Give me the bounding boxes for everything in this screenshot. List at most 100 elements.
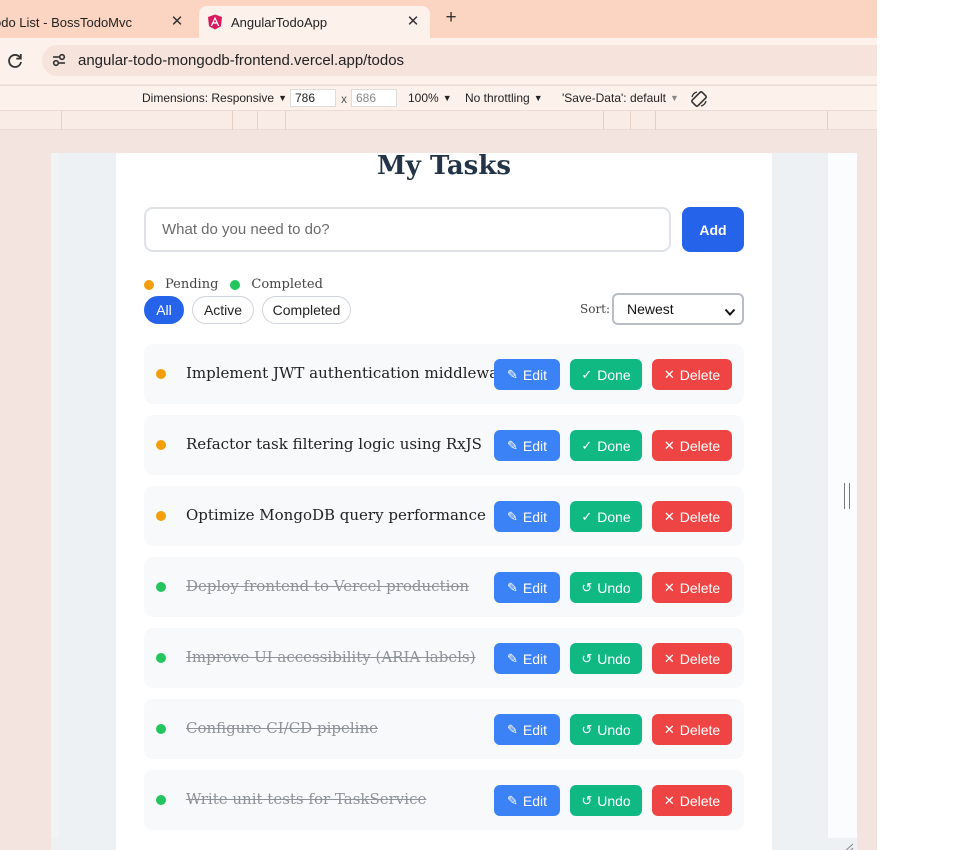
todo-card: My Tasks Add Pending Completed All Activ…	[116, 153, 772, 850]
task-text: Optimize MongoDB query performance	[186, 506, 486, 524]
undo-icon: ↺	[581, 721, 593, 737]
delete-button[interactable]: ✕ Delete	[652, 501, 732, 532]
close-icon[interactable]: ✕	[168, 13, 186, 31]
viewport-gutter	[51, 153, 59, 850]
height-input[interactable]: 686	[351, 89, 397, 107]
delete-button[interactable]: ✕ Delete	[652, 643, 732, 674]
resize-handle-right[interactable]	[844, 483, 850, 509]
completed-dot-icon	[156, 582, 166, 592]
legend-completed: Completed	[230, 277, 323, 292]
scrollbar-track[interactable]	[828, 153, 857, 850]
edit-button[interactable]: ✎ Edit	[494, 714, 560, 745]
tab-title: AngularTodoApp	[231, 14, 328, 30]
new-tab-button[interactable]: +	[441, 8, 461, 28]
dimensions-dropdown[interactable]: Dimensions: Responsive ▼	[142, 91, 287, 105]
task-row: Deploy frontend to Vercel production ✎ Edi…	[144, 557, 744, 617]
done-button-label: Done	[597, 508, 631, 525]
width-input[interactable]: 786	[290, 89, 336, 107]
edit-button[interactable]: ✎ Edit	[494, 359, 560, 390]
tab-title: odo List - BossTodoMvc	[0, 14, 133, 30]
sort-select[interactable]: Newest	[612, 293, 744, 325]
pencil-icon: ✎	[506, 579, 518, 595]
done-button[interactable]: ✓ Done	[570, 430, 642, 461]
edit-button-label: Edit	[522, 721, 548, 738]
caret-down-icon: ▼	[533, 93, 543, 103]
pencil-icon: ✎	[506, 792, 518, 808]
caret-down-icon: ▼	[669, 93, 679, 103]
caret-down-icon: ▼	[278, 93, 287, 103]
site-settings-icon[interactable]	[51, 52, 67, 68]
throttling-dropdown[interactable]: No throttling ▼	[465, 91, 543, 105]
done-button[interactable]: ✓ Done	[570, 359, 642, 390]
delete-button[interactable]: ✕ Delete	[652, 359, 732, 390]
task-row: Implement JWT authentication middleware ✎…	[144, 344, 744, 404]
close-icon: ✕	[663, 508, 675, 524]
zoom-label: 100%	[408, 91, 439, 105]
tab-strip: odo List - BossTodoMvc ✕ AngularTodoApp …	[0, 0, 877, 38]
delete-button[interactable]: ✕ Delete	[652, 430, 732, 461]
undo-button-label: Undo	[597, 650, 631, 667]
chevron-down-icon	[724, 304, 736, 316]
undo-button[interactable]: ↺ Undo	[570, 785, 642, 816]
address-bar[interactable]: angular-todo-mongodb-frontend.vercel.app…	[42, 45, 877, 76]
rotate-icon[interactable]	[689, 89, 709, 109]
save-data-dropdown[interactable]: 'Save-Data': default ▼	[562, 91, 679, 105]
close-icon: ✕	[663, 437, 675, 453]
add-button[interactable]: Add	[682, 207, 744, 252]
close-icon: ✕	[663, 721, 675, 737]
ruler-tick	[603, 111, 604, 130]
new-task-input[interactable]	[144, 207, 671, 252]
edit-button[interactable]: ✎ Edit	[494, 501, 560, 532]
filter-completed-button[interactable]: Completed	[262, 296, 351, 324]
close-icon[interactable]: ✕	[404, 13, 422, 31]
tab-angulartodoapp[interactable]: AngularTodoApp ✕	[199, 6, 430, 38]
filter-all-button[interactable]: All	[144, 296, 184, 324]
delete-button[interactable]: ✕ Delete	[652, 572, 732, 603]
resize-corner-icon[interactable]	[842, 839, 854, 850]
pencil-icon: ✎	[506, 508, 518, 524]
tab-bosstodomvc[interactable]: odo List - BossTodoMvc ✕	[0, 6, 190, 38]
edit-button[interactable]: ✎ Edit	[494, 572, 560, 603]
undo-icon: ↺	[581, 792, 593, 808]
ruler-tick	[257, 111, 258, 130]
undo-button[interactable]: ↺ Undo	[570, 714, 642, 745]
edit-button[interactable]: ✎ Edit	[494, 643, 560, 674]
caret-down-icon: ▼	[442, 93, 452, 103]
pending-dot-icon	[156, 369, 166, 379]
delete-button[interactable]: ✕ Delete	[652, 785, 732, 816]
delete-button-label: Delete	[679, 792, 721, 809]
close-icon: ✕	[663, 579, 675, 595]
undo-button-label: Undo	[597, 792, 631, 809]
ruler-tick	[61, 111, 62, 130]
done-button-label: Done	[597, 366, 631, 383]
media-query-ruler	[0, 111, 877, 130]
edit-button-label: Edit	[522, 366, 548, 383]
check-icon: ✓	[581, 508, 593, 524]
ruler-tick	[285, 111, 286, 130]
undo-button[interactable]: ↺ Undo	[570, 572, 642, 603]
undo-button[interactable]: ↺ Undo	[570, 643, 642, 674]
times-sign: x	[341, 92, 347, 106]
filter-active-button[interactable]: Active	[192, 296, 254, 324]
edit-button[interactable]: ✎ Edit	[494, 785, 560, 816]
task-row: Configure CI/CD pipeline ✎ Edit ↺ Undo ✕ Delet…	[144, 699, 744, 759]
task-text: Deploy frontend to Vercel production	[186, 577, 470, 595]
completed-dot-icon	[156, 653, 166, 663]
edit-button[interactable]: ✎ Edit	[494, 430, 560, 461]
edit-button-label: Edit	[522, 792, 548, 809]
delete-button[interactable]: ✕ Delete	[652, 714, 732, 745]
close-icon: ✕	[663, 650, 675, 666]
delete-button-label: Delete	[679, 508, 721, 525]
pencil-icon: ✎	[506, 650, 518, 666]
done-button[interactable]: ✓ Done	[570, 501, 642, 532]
task-text: Improve UI accessibility (ARIA labels)	[186, 648, 476, 666]
delete-button-label: Delete	[679, 437, 721, 454]
throttling-label: No throttling	[465, 91, 530, 105]
ruler-tick	[827, 111, 828, 130]
zoom-dropdown[interactable]: 100% ▼	[408, 91, 452, 105]
url-text[interactable]: angular-todo-mongodb-frontend.vercel.app…	[78, 52, 404, 69]
pending-dot-icon	[156, 440, 166, 450]
completed-dot-icon	[230, 279, 241, 290]
undo-icon: ↺	[581, 650, 593, 666]
reload-icon[interactable]	[5, 51, 25, 71]
